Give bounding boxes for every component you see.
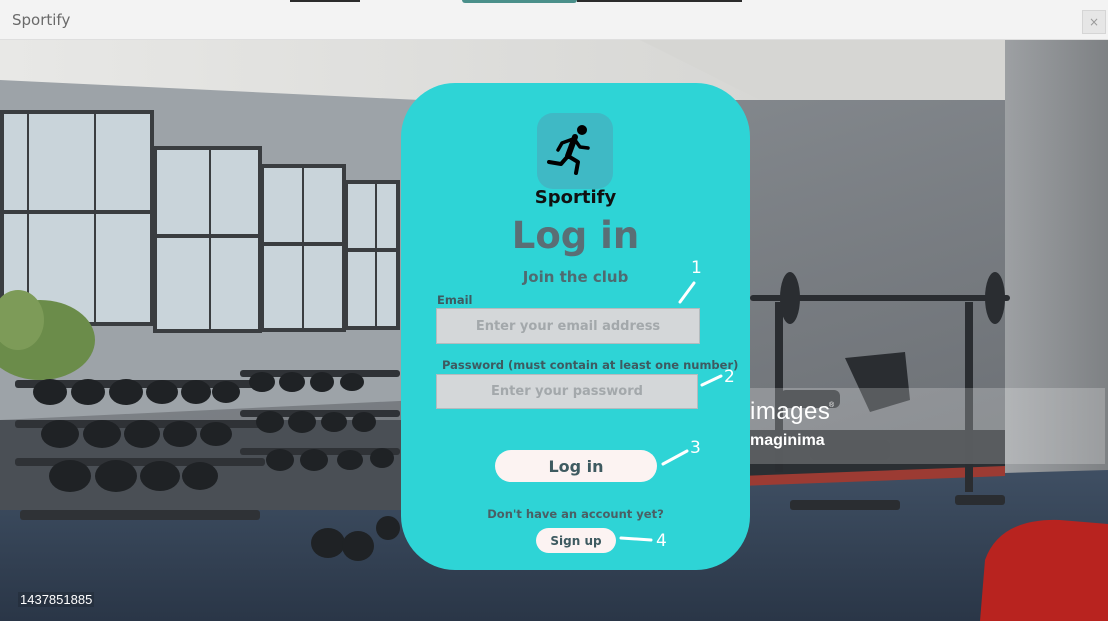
signup-button[interactable]: Sign up xyxy=(536,528,616,553)
top-edge-accent xyxy=(462,0,577,3)
window-title: Sportify xyxy=(12,11,71,29)
annotation-number-4: 4 xyxy=(656,531,667,551)
annotation-number-1: 1 xyxy=(691,258,702,278)
annotation-number-3: 3 xyxy=(690,438,701,458)
stock-watermark-text: images xyxy=(750,398,831,425)
password-label: Password (must contain at least one numb… xyxy=(442,358,739,372)
stock-watermark-registered-mark: ® xyxy=(829,402,835,409)
email-field[interactable] xyxy=(436,308,700,344)
no-account-text: Don't have an account yet? xyxy=(487,507,664,521)
page-title: Log in xyxy=(511,214,640,257)
window-titlebar: Sportify × xyxy=(0,0,1108,40)
stock-watermark-brand: maginima xyxy=(750,432,825,449)
app-name: Sportify xyxy=(534,187,617,208)
login-button[interactable]: Log in xyxy=(495,450,657,482)
email-label: Email xyxy=(437,293,473,307)
app-logo xyxy=(537,113,613,189)
stock-image-id: 1437851885 xyxy=(18,592,95,607)
close-icon[interactable]: × xyxy=(1082,10,1106,34)
password-field[interactable] xyxy=(436,374,698,409)
top-edge-strip xyxy=(290,0,360,2)
annotation-number-2: 2 xyxy=(724,367,735,387)
top-edge-strip xyxy=(577,0,742,2)
running-person-icon xyxy=(547,125,590,175)
